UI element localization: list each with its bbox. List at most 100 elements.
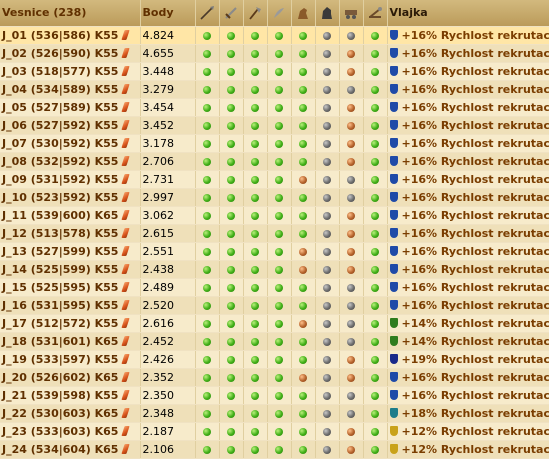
- village-link[interactable]: J_14 (525|599) K55: [2, 263, 118, 276]
- village-link[interactable]: J_04 (534|589) K55: [2, 83, 118, 96]
- green-dot-icon: [251, 50, 259, 58]
- flag-cell[interactable]: +12% Rychlost rekrutace: [387, 422, 549, 440]
- village-link[interactable]: J_12 (513|578) K55: [2, 227, 118, 240]
- flag-cell[interactable]: +16% Rychlost rekrutace: [387, 44, 549, 62]
- rename-pencil-icon[interactable]: [122, 84, 130, 94]
- green-dot-icon: [227, 194, 235, 202]
- village-link[interactable]: J_01 (536|586) K55: [2, 29, 118, 42]
- village-link[interactable]: J_20 (526|602) K65: [2, 371, 118, 384]
- green-dot-icon: [251, 284, 259, 292]
- flag-cell[interactable]: +16% Rychlost rekrutace: [387, 242, 549, 260]
- flag-cell[interactable]: +18% Rychlost rekrutace: [387, 404, 549, 422]
- green-dot-icon: [203, 158, 211, 166]
- rename-pencil-icon[interactable]: [122, 246, 130, 256]
- flag-cell[interactable]: +14% Rychlost rekrutace: [387, 314, 549, 332]
- rename-pencil-icon[interactable]: [122, 138, 130, 148]
- village-link[interactable]: J_22 (530|603) K65: [2, 407, 118, 420]
- flag-cell[interactable]: +16% Rychlost rekrutace: [387, 98, 549, 116]
- village-link[interactable]: J_18 (531|601) K65: [2, 335, 118, 348]
- village-link[interactable]: J_06 (527|592) K55: [2, 119, 118, 132]
- village-link[interactable]: J_08 (532|592) K55: [2, 155, 118, 168]
- flag-cell[interactable]: +16% Rychlost rekrutace: [387, 152, 549, 170]
- brown-dot-icon: [299, 320, 307, 328]
- village-link[interactable]: J_17 (512|572) K55: [2, 317, 118, 330]
- points-column-header[interactable]: Body: [140, 0, 195, 26]
- rename-pencil-icon[interactable]: [122, 210, 130, 220]
- rename-pencil-icon[interactable]: [122, 264, 130, 274]
- rename-pencil-icon[interactable]: [122, 372, 130, 382]
- village-link[interactable]: J_19 (533|597) K55: [2, 353, 118, 366]
- village-link[interactable]: J_13 (527|599) K55: [2, 245, 118, 258]
- village-link[interactable]: J_03 (518|577) K55: [2, 65, 118, 78]
- village-column-header[interactable]: Vesnice (238): [0, 0, 140, 26]
- flag-cell[interactable]: +16% Rychlost rekrutace: [387, 206, 549, 224]
- rename-pencil-icon[interactable]: [122, 300, 130, 310]
- table-row: J_07 (530|592) K553.178+16% Rychlost rek…: [0, 134, 549, 152]
- rename-pencil-icon[interactable]: [122, 282, 130, 292]
- rename-pencil-icon[interactable]: [122, 48, 130, 58]
- rename-pencil-icon[interactable]: [122, 444, 130, 454]
- rename-pencil-icon[interactable]: [122, 318, 130, 328]
- rename-pencil-icon[interactable]: [122, 156, 130, 166]
- unit-status-cell: [267, 134, 291, 152]
- green-dot-icon: [299, 140, 307, 148]
- rename-pencil-icon[interactable]: [122, 390, 130, 400]
- flag-shield-icon: [390, 336, 398, 346]
- rename-pencil-icon[interactable]: [122, 336, 130, 346]
- rename-pencil-icon[interactable]: [122, 228, 130, 238]
- green-dot-icon: [299, 230, 307, 238]
- rename-pencil-icon[interactable]: [122, 408, 130, 418]
- unit-status-cell: [339, 206, 363, 224]
- flag-cell[interactable]: +19% Rychlost rekrutace: [387, 350, 549, 368]
- village-name: J_21: [2, 389, 27, 402]
- green-dot-icon: [371, 140, 379, 148]
- rename-pencil-icon[interactable]: [122, 192, 130, 202]
- village-cell: J_02 (526|590) K55: [0, 44, 140, 62]
- flag-cell[interactable]: +16% Rychlost rekrutace: [387, 296, 549, 314]
- village-link[interactable]: J_09 (531|592) K55: [2, 173, 118, 186]
- table-row: J_12 (513|578) K552.615+16% Rychlost rek…: [0, 224, 549, 242]
- village-link[interactable]: J_05 (527|589) K55: [2, 101, 118, 114]
- green-dot-icon: [227, 104, 235, 112]
- flag-cell[interactable]: +16% Rychlost rekrutace: [387, 260, 549, 278]
- green-dot-icon: [203, 284, 211, 292]
- unit-status-cell: [243, 80, 267, 98]
- rename-pencil-icon[interactable]: [122, 66, 130, 76]
- rename-pencil-icon[interactable]: [122, 174, 130, 184]
- flag-cell[interactable]: +16% Rychlost rekrutace: [387, 116, 549, 134]
- village-link[interactable]: J_11 (539|600) K65: [2, 209, 118, 222]
- flag-cell[interactable]: +16% Rychlost rekrutace: [387, 368, 549, 386]
- village-link[interactable]: J_10 (523|592) K55: [2, 191, 118, 204]
- village-link[interactable]: J_02 (526|590) K55: [2, 47, 118, 60]
- flag-cell[interactable]: +12% Rychlost rekrutace: [387, 440, 549, 458]
- flag-cell[interactable]: +16% Rychlost rekrutace: [387, 62, 549, 80]
- village-link[interactable]: J_15 (525|595) K55: [2, 281, 118, 294]
- flag-cell[interactable]: +16% Rychlost rekrutace: [387, 80, 549, 98]
- unit-status-cell: [339, 224, 363, 242]
- unit-status-cell: [243, 260, 267, 278]
- village-link[interactable]: J_16 (531|595) K55: [2, 299, 118, 312]
- flag-cell[interactable]: +14% Rychlost rekrutace: [387, 332, 549, 350]
- flag-column-header[interactable]: Vlajka: [387, 0, 549, 26]
- unit-status-cell: [219, 368, 243, 386]
- flag-cell[interactable]: +16% Rychlost rekrutace: [387, 170, 549, 188]
- village-link[interactable]: J_24 (534|604) K65: [2, 443, 118, 456]
- unit-status-cell: [339, 44, 363, 62]
- flag-cell[interactable]: +16% Rychlost rekrutace: [387, 134, 549, 152]
- grey-dot-icon: [323, 32, 331, 40]
- rename-pencil-icon[interactable]: [122, 102, 130, 112]
- green-dot-icon: [299, 392, 307, 400]
- rename-pencil-icon[interactable]: [122, 120, 130, 130]
- village-link[interactable]: J_23 (533|603) K65: [2, 425, 118, 438]
- flag-cell[interactable]: +16% Rychlost rekrutace: [387, 278, 549, 296]
- flag-cell[interactable]: +16% Rychlost rekrutace: [387, 386, 549, 404]
- rename-pencil-icon[interactable]: [122, 354, 130, 364]
- flag-cell[interactable]: +16% Rychlost rekrutace: [387, 224, 549, 242]
- village-link[interactable]: J_07 (530|592) K55: [2, 137, 118, 150]
- flag-bonus-text: +16% Rychlost rekrutace: [402, 191, 549, 204]
- flag-cell[interactable]: +16% Rychlost rekrutace: [387, 188, 549, 206]
- rename-pencil-icon[interactable]: [122, 30, 130, 40]
- flag-cell[interactable]: +16% Rychlost rekrutace: [387, 26, 549, 44]
- rename-pencil-icon[interactable]: [122, 426, 130, 436]
- village-link[interactable]: J_21 (539|598) K55: [2, 389, 118, 402]
